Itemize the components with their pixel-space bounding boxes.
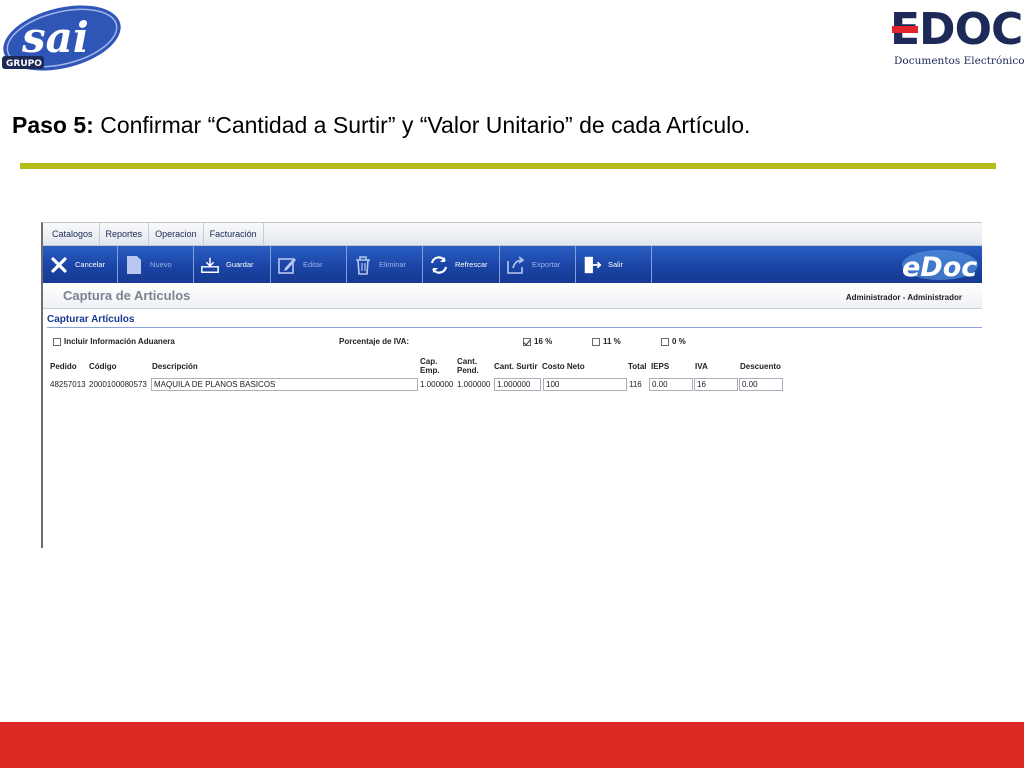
iva-16-label: 16 % xyxy=(534,337,553,346)
slide-title-text: Confirmar “Cantidad a Surtir” y “Valor U… xyxy=(93,112,751,138)
section-title: Capturar Artículos xyxy=(47,314,135,325)
cell-cap-emp: 1.000000 xyxy=(420,380,454,389)
iva-0-label: 0 % xyxy=(672,337,686,346)
save-tray-icon xyxy=(200,255,220,275)
edoc-app-logo: eDoc xyxy=(900,248,980,283)
header-ieps: IEPS xyxy=(651,362,670,371)
header-cant-surtir: Cant. Surtir xyxy=(494,362,538,371)
toolbar: Cancelar Nuevo Guardar Editar Eliminar R… xyxy=(43,246,982,283)
descuento-field[interactable]: 0.00 xyxy=(739,378,783,391)
save-label: Guardar xyxy=(226,260,254,269)
section-divider xyxy=(47,327,982,328)
new-button[interactable]: Nuevo xyxy=(118,246,194,283)
iva-option-0[interactable]: 0 % xyxy=(661,337,686,346)
edoc-app-logo-text: eDoc xyxy=(902,252,977,281)
export-button[interactable]: Exportar xyxy=(500,246,576,283)
menu-catalogos[interactable]: Catalogos xyxy=(46,223,100,246)
title-divider xyxy=(20,163,996,169)
edit-icon xyxy=(277,255,297,275)
page-header: Captura de Articulos Administrador - Adm… xyxy=(43,283,982,309)
slide-title-step: Paso 5: xyxy=(12,112,94,138)
header-descuento: Descuento xyxy=(740,362,781,371)
current-user: Administrador - Administrador xyxy=(845,293,962,302)
export-label: Exportar xyxy=(532,260,561,269)
iva-field[interactable]: 16 xyxy=(694,378,738,391)
refresh-icon xyxy=(429,255,449,275)
costo-neto-field[interactable]: 100 xyxy=(543,378,627,391)
iva-16-checkbox[interactable] xyxy=(523,337,531,346)
trash-icon xyxy=(353,255,373,275)
iva-11-label: 11 % xyxy=(603,337,621,346)
delete-button[interactable]: Eliminar xyxy=(347,246,423,283)
aduanera-label: Incluir Información Aduanera xyxy=(64,337,175,346)
refresh-label: Refrescar xyxy=(455,260,488,269)
edoc-logo-word: EDOC xyxy=(890,4,1023,55)
description-field[interactable]: MAQUILA DE PLANOS BASICOS xyxy=(151,378,418,391)
cell-total: 116 xyxy=(629,380,642,389)
header-codigo: Código xyxy=(89,362,117,371)
edoc-app-window: Catalogos Reportes Operacion Facturación… xyxy=(41,222,982,548)
iva-11-checkbox[interactable] xyxy=(592,337,600,346)
menu-reportes[interactable]: Reportes xyxy=(100,223,150,246)
cancel-label: Cancelar xyxy=(75,260,106,269)
header-descripcion: Descripción xyxy=(152,362,198,371)
refresh-button[interactable]: Refrescar xyxy=(423,246,500,283)
iva-option-11[interactable]: 11 % xyxy=(592,337,621,346)
menu-bar: Catalogos Reportes Operacion Facturación xyxy=(43,223,982,246)
new-label: Nuevo xyxy=(150,260,172,269)
edoc-logo-subtitle: Documentos Electrónicos xyxy=(894,55,1024,67)
slide-title: Paso 5: Confirmar “Cantidad a Surtir” y … xyxy=(12,110,750,140)
grupo-sai-logo: sai GRUPO xyxy=(0,0,124,76)
cancel-button[interactable]: Cancelar xyxy=(43,246,118,283)
ieps-field[interactable]: 0.00 xyxy=(649,378,693,391)
sai-logo-text: sai xyxy=(21,13,89,62)
edoc-logo: EDOC Documentos Electrónicos xyxy=(890,6,1024,68)
menu-facturacion[interactable]: Facturación xyxy=(204,223,264,246)
header-cap-emp-line2: Emp. xyxy=(420,366,440,375)
cant-surtir-field[interactable]: 1.000000 xyxy=(494,378,541,391)
edit-label: Editar xyxy=(303,260,323,269)
aduanera-option[interactable]: Incluir Información Aduanera xyxy=(53,337,175,346)
aduanera-checkbox[interactable] xyxy=(53,337,61,346)
header-pedido: Pedido xyxy=(50,362,77,371)
export-icon xyxy=(506,255,526,275)
header-costo-neto: Costo Neto xyxy=(542,362,585,371)
page-title: Captura de Articulos xyxy=(63,288,191,303)
cell-cant-pend: 1.000000 xyxy=(457,380,491,389)
header-cant-pend-line1: Cant. xyxy=(457,357,477,366)
cell-pedido: 48257013 xyxy=(50,380,86,389)
delete-label: Eliminar xyxy=(379,260,407,269)
footer-band xyxy=(0,722,1024,768)
exit-button[interactable]: Salir xyxy=(576,246,652,283)
header-total: Total xyxy=(628,362,647,371)
close-icon xyxy=(49,255,69,275)
edit-button[interactable]: Editar xyxy=(271,246,347,283)
grupo-logo-text: GRUPO xyxy=(6,59,42,69)
save-button[interactable]: Guardar xyxy=(194,246,271,283)
exit-door-icon xyxy=(582,255,602,275)
iva-percentage-label: Porcentaje de IVA: xyxy=(339,337,410,346)
header-cap-emp-line1: Cap. xyxy=(420,357,438,366)
header-iva: IVA xyxy=(695,362,708,371)
cell-codigo: 2000100080573 xyxy=(89,380,147,389)
iva-option-16[interactable]: 16 % xyxy=(523,337,552,346)
exit-label: Salir xyxy=(608,260,624,269)
header-cap-emp: Cap. Emp. xyxy=(420,357,440,375)
menu-operacion[interactable]: Operacion xyxy=(149,223,204,246)
header-cant-pend-line2: Pend. xyxy=(457,366,479,375)
iva-0-checkbox[interactable] xyxy=(661,337,669,346)
header-cant-pend: Cant. Pend. xyxy=(457,357,479,375)
document-icon xyxy=(124,255,144,275)
